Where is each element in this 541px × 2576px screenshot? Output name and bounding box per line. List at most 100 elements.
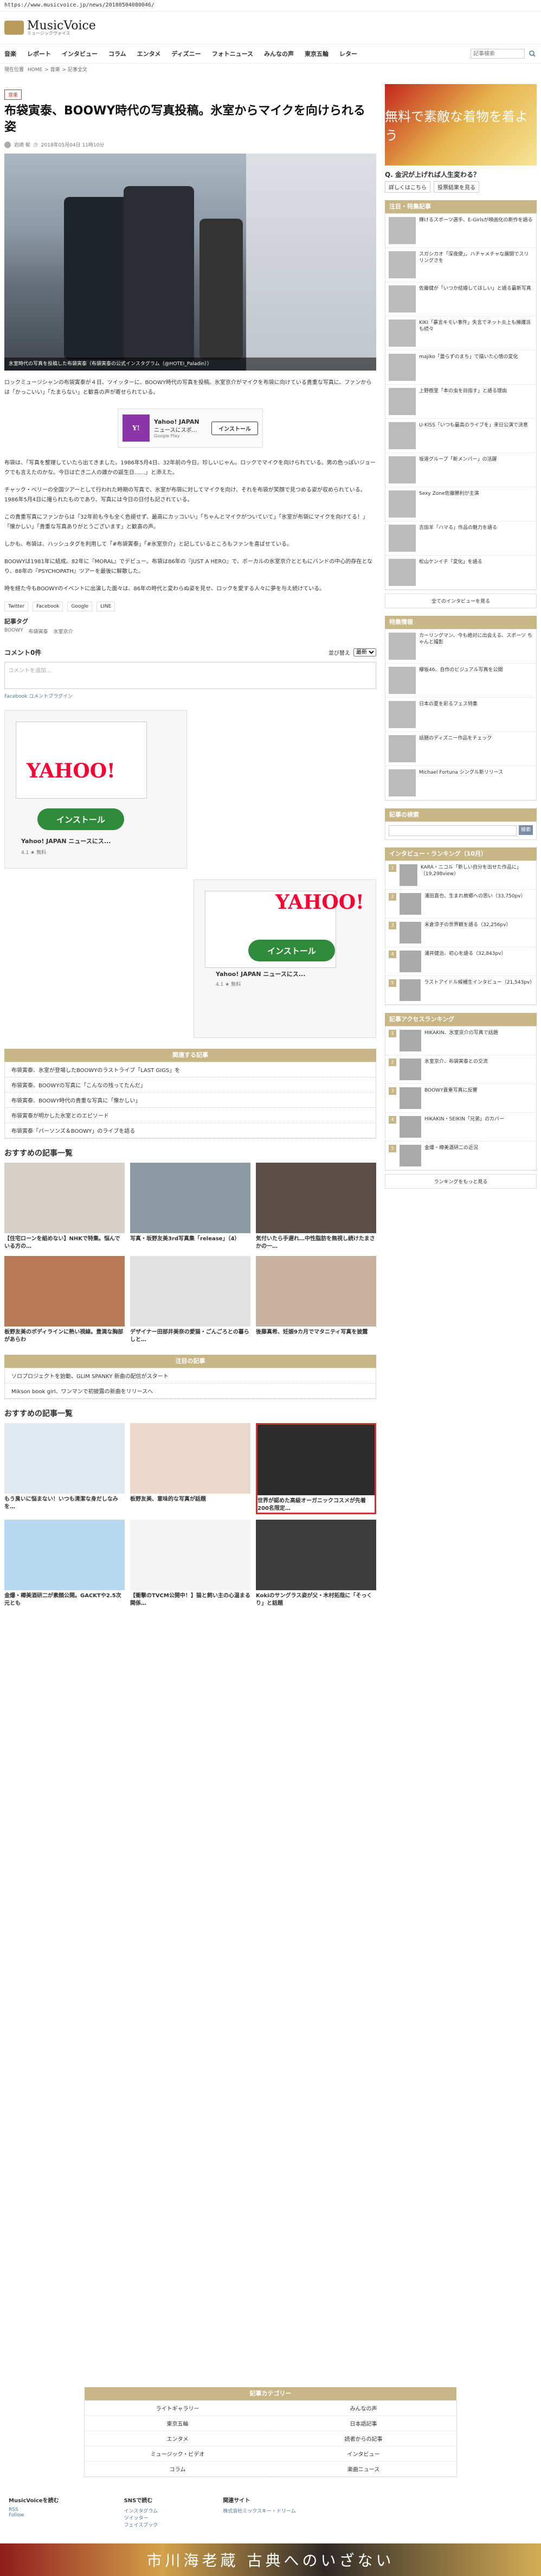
rec-item[interactable]: デザイナー田部井美奈の愛猫・ごんごろとの暮らしと…: [130, 1256, 250, 1344]
rec-item[interactable]: 気付いたら手遅れ…中性脂肪を無視し続けたまさかの一…: [256, 1163, 376, 1251]
related-item[interactable]: Mikson book girl、ワンマンで初披露の新曲をリリースへ: [5, 1383, 376, 1399]
access-item[interactable]: 4 HIKAKIN・SEIKIN「兄弟」のカバー: [385, 1113, 536, 1142]
rec-item[interactable]: 後藤真希、妊娠9カ月でマタニティ写真を披露: [256, 1256, 376, 1344]
featured-item[interactable]: 坂道グループ「新メンバー」の活躍: [385, 453, 536, 487]
related-item[interactable]: 布袋寅泰、BOOWYの写真に「こんなの残ってたんだ」: [5, 1077, 376, 1093]
article-category[interactable]: 音楽: [4, 90, 22, 100]
new-item[interactable]: 欅坂46、自作のビジュアル写真を公開: [385, 664, 536, 698]
ranking-item[interactable]: 1 KARA・ニコル「新しい自分を出せた作品に」（19,298view）: [385, 861, 536, 890]
featured-item[interactable]: 上野樹里「本の虫を目指す」と語る理由: [385, 385, 536, 419]
related-item[interactable]: 布袋寅泰が明かした氷室とのエピソード: [5, 1108, 376, 1123]
share-line-button[interactable]: LINE: [96, 602, 115, 611]
tag-link[interactable]: 布袋寅泰: [29, 628, 48, 635]
ranking-item[interactable]: 3 米倉涼子の世界観を語る（32,256pv）: [385, 919, 536, 947]
share-google-button[interactable]: Google: [67, 602, 93, 611]
featured-item[interactable]: 吉田羊「ハマる」作品の魅力を語る: [385, 521, 536, 556]
breadcrumb-item[interactable]: HOME: [28, 67, 42, 73]
new-item[interactable]: 日本の夏を彩るフェス特集: [385, 698, 536, 732]
related-item[interactable]: 布袋寅泰、BOOWY時代の貴重な写真に「懐かしい」: [5, 1093, 376, 1108]
install-button[interactable]: インストール: [37, 808, 124, 830]
rec-item[interactable]: 【住宅ローンを組めない】NHKで特集。悩んでいる方の…: [4, 1163, 125, 1251]
twitter-link[interactable]: ツイッター: [124, 2514, 158, 2521]
more-ranking-link[interactable]: ランキングをもっと見る: [385, 1174, 537, 1189]
footer-link[interactable]: 楽曲ニュース: [270, 2462, 456, 2477]
featured-item[interactable]: KIKI「暴言キモい事件」失言でネット炎上も擁護派も続々: [385, 316, 536, 350]
instagram-link[interactable]: インスタグラム: [124, 2507, 158, 2514]
more-interviews-link[interactable]: 全てのインタビューを見る: [385, 594, 537, 608]
related-item[interactable]: 布袋寅泰、氷室が登場したBOOWYのラストライブ「LAST GIGS」を: [5, 1062, 376, 1077]
rec-item[interactable]: 写真・坂野友美3rd写真集「release」（4）: [130, 1163, 250, 1251]
site-logo[interactable]: MusicVoice ミュージックヴォイス: [4, 19, 96, 36]
search-icon[interactable]: [528, 49, 537, 58]
footer-link[interactable]: エンタメ: [85, 2431, 270, 2446]
tag-link[interactable]: BOOWY: [4, 628, 23, 635]
related-item[interactable]: 布袋寅泰「パーソンズ＆BOOWY」のライブを語る: [5, 1123, 376, 1138]
new-item[interactable]: Michael Fortuna シングル新リリース: [385, 766, 536, 800]
rss-link[interactable]: RSS: [9, 2507, 59, 2513]
rec-item[interactable]: 世界が認めた高級オーガニックコスメが先着200名限定…: [256, 1423, 376, 1514]
sidebar-ad[interactable]: 無料で素敵な着物を着よう: [385, 84, 537, 165]
ranking-item[interactable]: 2 浦田直也、生まれ故郷への思い（33,750pv）: [385, 890, 536, 919]
footer-link[interactable]: 読者からの記事: [270, 2431, 456, 2446]
nav-item-0[interactable]: 音楽: [4, 49, 16, 58]
article-hero-image[interactable]: 氷室時代の写真を投稿した布袋寅泰（布袋寅泰の公式インスタグラム（@HOTEI_P…: [4, 154, 376, 371]
company-link[interactable]: 株式会社ミックスキー・ドリーム: [223, 2507, 295, 2514]
nav-item-9[interactable]: レター: [339, 49, 357, 58]
article-author[interactable]: 岩崎 郁: [14, 141, 30, 148]
featured-item[interactable]: Sexy Zone佐藤勝利が主演: [385, 487, 536, 521]
footer-link[interactable]: みんなの声: [270, 2401, 456, 2416]
featured-item[interactable]: 松山ケンイチ「変化」を語る: [385, 556, 536, 590]
nav-item-7[interactable]: みんなの声: [264, 49, 294, 58]
related-item[interactable]: ソロプロジェクトを始動、GLIM SPANKY 新曲の配信がスタート: [5, 1368, 376, 1383]
facebook-link[interactable]: フェイスブック: [124, 2521, 158, 2528]
ranking-item[interactable]: 4 浦井健治、初心を語る（32,843pv）: [385, 947, 536, 976]
access-item[interactable]: 5 金爆・樽美酒研二の近況: [385, 1142, 536, 1170]
ranking-item[interactable]: 5 ラストアイドル候補生インタビュー（21,543pv）: [385, 976, 536, 1005]
ad-install-button[interactable]: インストール: [211, 421, 258, 435]
breadcrumb-item[interactable]: 音楽: [50, 67, 60, 73]
nav-item-1[interactable]: レポート: [27, 49, 51, 58]
share-facebook-button[interactable]: Facebook: [33, 602, 63, 611]
yahoo-app-ad[interactable]: YAHOO! インストール Yahoo! JAPAN ニュースにス... 4.1…: [194, 879, 376, 1038]
inline-app-ad[interactable]: Y! Yahoo! JAPAN ニュースにスポ… Google Play インス…: [118, 409, 263, 448]
nav-item-2[interactable]: インタビュー: [62, 49, 98, 58]
featured-item[interactable]: majiko「曇らずのまち」で描いた心情の変化: [385, 350, 536, 385]
nav-item-5[interactable]: ディズニー: [171, 49, 201, 58]
yahoo-app-ad[interactable]: YAHOO! インストール Yahoo! JAPAN ニュースにス... 4.1…: [4, 710, 187, 869]
footer-link[interactable]: ミュージック・ビデオ: [85, 2446, 270, 2462]
search-input[interactable]: [471, 49, 525, 59]
featured-item[interactable]: スガシカオ「深夜便」。ハチャメチャな展開でスリリングさを: [385, 248, 536, 282]
footer-link[interactable]: インタビュー: [270, 2446, 456, 2462]
share-twitter-button[interactable]: Twitter: [4, 602, 29, 611]
featured-item[interactable]: U-KISS「いつも最高のライブを」来日公演で決意: [385, 419, 536, 453]
footer-link[interactable]: 東京五輪: [85, 2416, 270, 2431]
nav-item-4[interactable]: エンタメ: [137, 49, 161, 58]
rec-item[interactable]: Kokiのサングラス姿が父・木村拓哉に「そっくり」と話題: [256, 1520, 376, 1608]
follow-link[interactable]: Follow: [9, 2513, 59, 2518]
results-button[interactable]: 投票結果を見る: [434, 181, 479, 193]
new-item[interactable]: 話題のディズニー作品をチェック: [385, 732, 536, 766]
featured-item[interactable]: 佐藤健が「いつか結婚してほしい」と語る最新写真: [385, 282, 536, 316]
rec-item[interactable]: もう臭いに悩まない！いつも清潔な身だしなみを…: [4, 1423, 125, 1514]
install-button[interactable]: インストール: [248, 940, 335, 961]
footer-link[interactable]: ライトギャラリー: [85, 2401, 270, 2416]
sidebar-search-input[interactable]: [389, 825, 517, 836]
nav-item-3[interactable]: コラム: [108, 49, 126, 58]
rec-item[interactable]: 板野友美、意味的な写真が話題: [130, 1423, 250, 1514]
footer-link[interactable]: 日本語記事: [270, 2416, 456, 2431]
access-item[interactable]: 2 氷室京介、布袋寅泰との交流: [385, 1055, 536, 1084]
bottom-banner-ad[interactable]: 市川海老蔵 古典へのいざない: [0, 2543, 541, 2576]
new-item[interactable]: カーリングマン、今も絶対に出会える、スポーツ ちゃんと撮影: [385, 629, 536, 664]
nav-item-6[interactable]: フォトニュース: [212, 49, 253, 58]
sort-select[interactable]: 最新: [353, 648, 376, 656]
access-item[interactable]: 3 BOOWY貴重写真に反響: [385, 1084, 536, 1113]
sidebar-search-button[interactable]: 検索: [519, 825, 533, 835]
nav-item-8[interactable]: 東京五輪: [305, 49, 329, 58]
rec-item[interactable]: 金爆・樽美酒研二が素顔公開。GACKTや2.5次元とも: [4, 1520, 125, 1608]
tag-link[interactable]: 氷室京介: [54, 628, 73, 635]
access-item[interactable]: 1 HIKAKIN、氷室京介の写真で話題: [385, 1026, 536, 1055]
vote-button[interactable]: 詳しくはこちら: [385, 181, 430, 193]
rec-item[interactable]: 板野友美のボディラインに熱い視線。豊満な胸部があらわ: [4, 1256, 125, 1344]
featured-item[interactable]: 輝けるスポーツ選手、E-Girlsが映画化の新作を語る: [385, 214, 536, 248]
comment-input[interactable]: コメントを追加...: [4, 662, 376, 689]
